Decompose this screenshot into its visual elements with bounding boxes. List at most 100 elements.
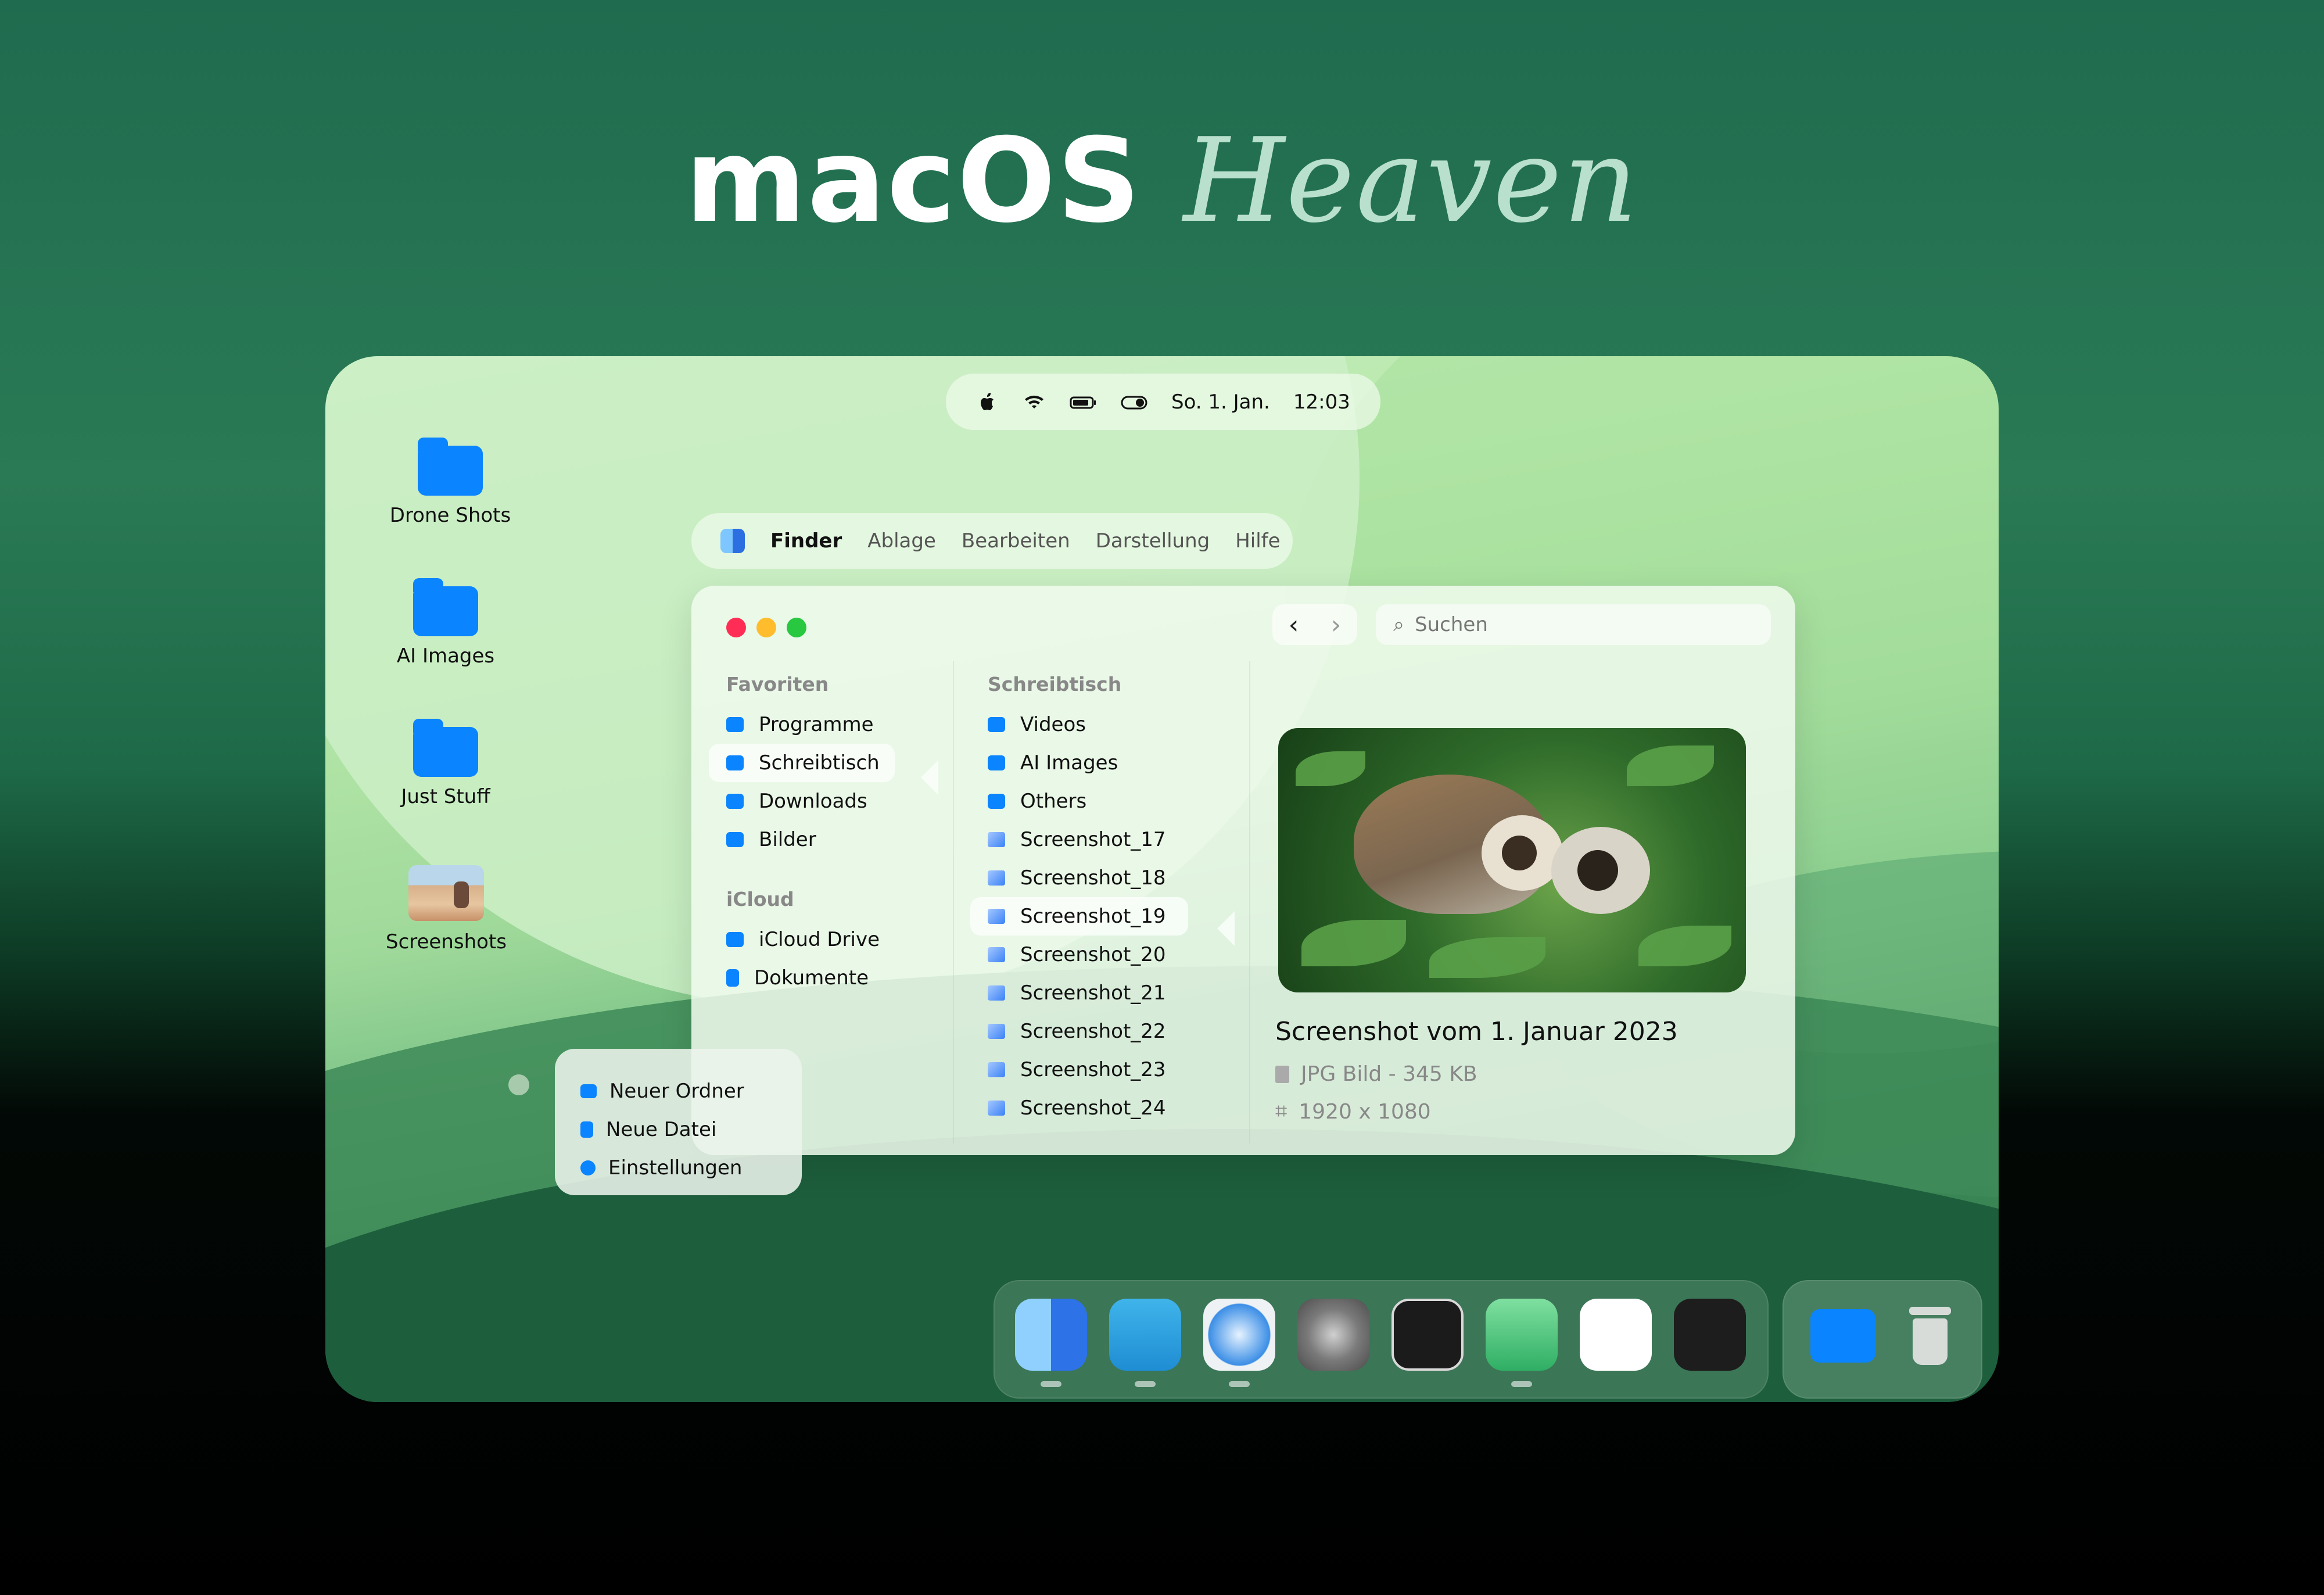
image-file-icon — [988, 832, 1005, 847]
sidebar-item-schreibtisch[interactable]: Schreibtisch — [709, 744, 895, 782]
menu-bearbeiten[interactable]: Bearbeiten — [962, 529, 1070, 553]
preview-dimensions: ⌗ 1920 x 1080 — [1275, 1099, 1431, 1124]
preview-file-type: JPG Bild - 345 KB — [1301, 1062, 1477, 1086]
monkey-shape — [1577, 850, 1618, 891]
sidebar-item-bilder[interactable]: Bilder — [726, 820, 947, 859]
terminal-app-icon[interactable] — [1391, 1299, 1464, 1371]
list-item[interactable]: Screenshot_23 — [988, 1051, 1232, 1089]
desktop-file-screenshots[interactable]: Screenshots — [376, 865, 516, 954]
battery-icon[interactable] — [1069, 390, 1097, 414]
preview-file-info: JPG Bild - 345 KB — [1275, 1062, 1477, 1086]
close-button[interactable] — [726, 618, 746, 637]
folder-icon — [988, 755, 1005, 770]
context-item-einstellungen[interactable]: Einstellungen — [580, 1149, 802, 1187]
monkey-shape — [1502, 836, 1537, 870]
sidebar-section-title: iCloud — [726, 888, 794, 911]
document-icon — [726, 969, 739, 987]
atom-app-icon[interactable] — [1486, 1299, 1558, 1371]
dock — [994, 1280, 1769, 1399]
downloads-folder-icon[interactable] — [1807, 1299, 1879, 1371]
image-file-icon — [988, 985, 1005, 1001]
context-item-label: Neue Datei — [606, 1118, 717, 1141]
forward-arrow-icon[interactable]: › — [1331, 610, 1342, 640]
list-item-label: Screenshot_17 — [1020, 828, 1166, 851]
menubar-time[interactable]: 12:03 — [1293, 390, 1350, 414]
sidebar: Favoriten Programme Schreibtisch Downloa… — [709, 673, 947, 997]
list-item[interactable]: Screenshot_18 — [988, 859, 1232, 897]
list-item[interactable]: Screenshot_20 — [988, 936, 1232, 974]
desktop-item-label: Just Stuff — [401, 785, 490, 808]
search-placeholder: Suchen — [1415, 613, 1488, 636]
leaf-shape — [1638, 926, 1731, 966]
minimize-button[interactable] — [756, 618, 776, 637]
sidebar-item-icloud-drive[interactable]: iCloud Drive — [726, 920, 947, 959]
desktop-folder-just-stuff[interactable]: Just Stuff — [376, 719, 515, 808]
menu-ablage[interactable]: Ablage — [867, 529, 936, 553]
list-item-label: Screenshot_18 — [1020, 866, 1166, 890]
sidebar-item-label: Downloads — [759, 790, 867, 813]
leaf-shape — [1627, 745, 1714, 786]
figma-app-icon[interactable] — [1674, 1299, 1746, 1371]
sidebar-item-label: Bilder — [759, 828, 816, 851]
vscode-app-icon[interactable] — [1580, 1299, 1652, 1371]
desktop-item-label: AI Images — [396, 644, 495, 668]
download-icon — [726, 794, 744, 809]
running-indicator — [1041, 1381, 1061, 1387]
sidebar-item-programme[interactable]: Programme — [726, 705, 947, 744]
menu-finder[interactable]: Finder — [770, 529, 842, 553]
headline-accent: Heaven — [1183, 113, 1639, 249]
folder-icon — [580, 1084, 597, 1098]
list-item-label: Videos — [1020, 713, 1086, 736]
image-file-icon — [988, 1101, 1005, 1116]
list-item[interactable]: Videos — [988, 705, 1232, 744]
dimensions-icon: ⌗ — [1275, 1099, 1287, 1123]
list-item[interactable]: Screenshot_22 — [988, 1012, 1232, 1051]
sidebar-item-dokumente[interactable]: Dokumente — [726, 959, 947, 997]
running-indicator — [1135, 1381, 1156, 1387]
safari-app-icon[interactable] — [1203, 1299, 1275, 1371]
list-item-label: Screenshot_21 — [1020, 981, 1166, 1005]
wifi-icon[interactable] — [1023, 390, 1046, 414]
search-icon: ⌕ — [1393, 613, 1405, 636]
preview-image[interactable] — [1278, 728, 1746, 992]
control-center-icon[interactable] — [1120, 390, 1148, 414]
list-item[interactable]: Screenshot_24 — [988, 1089, 1232, 1127]
context-item-neuer-ordner[interactable]: Neuer Ordner — [580, 1072, 802, 1110]
desktop-item-label: Screenshots — [385, 930, 507, 954]
list-item-label: Screenshot_24 — [1020, 1096, 1166, 1120]
gear-icon — [580, 1160, 596, 1175]
context-item-label: Neuer Ordner — [609, 1080, 744, 1103]
back-arrow-icon[interactable]: ‹ — [1289, 610, 1299, 640]
preview-title: Screenshot vom 1. Januar 2023 — [1275, 1017, 1678, 1046]
folder-icon — [413, 719, 478, 777]
list-item[interactable]: AI Images — [988, 744, 1232, 782]
running-indicator — [1229, 1381, 1250, 1387]
finder-app-icon[interactable] — [1015, 1299, 1087, 1371]
image-thumbnail-icon — [408, 865, 484, 921]
trash-icon[interactable] — [1894, 1299, 1966, 1371]
sidebar-item-label: Dokumente — [754, 966, 869, 990]
cursor-dot — [508, 1074, 529, 1095]
menu-darstellung[interactable]: Darstellung — [1096, 529, 1210, 553]
desktop-folder-ai-images[interactable]: AI Images — [376, 578, 515, 668]
context-item-label: Einstellungen — [608, 1156, 743, 1180]
list-item[interactable]: Screenshot_21 — [988, 974, 1232, 1012]
file-column: Schreibtisch Videos AI Images Others Scr… — [970, 673, 1232, 1127]
desktop-folder-drone-shots[interactable]: Drone Shots — [381, 438, 520, 527]
finder-icon[interactable] — [720, 529, 745, 553]
menubar-date[interactable]: So. 1. Jan. — [1171, 390, 1270, 414]
preview-dimensions-value: 1920 x 1080 — [1299, 1099, 1431, 1124]
apple-icon[interactable] — [976, 390, 999, 414]
list-item[interactable]: Others — [988, 782, 1232, 820]
search-input[interactable]: ⌕ Suchen — [1376, 604, 1771, 645]
dock-stacks — [1783, 1280, 1982, 1399]
sidebar-item-downloads[interactable]: Downloads — [726, 782, 947, 820]
zoom-button[interactable] — [787, 618, 806, 637]
telegram-app-icon[interactable] — [1109, 1299, 1181, 1371]
system-settings-app-icon[interactable] — [1297, 1299, 1369, 1371]
context-item-neue-datei[interactable]: Neue Datei — [580, 1110, 802, 1149]
list-item[interactable]: Screenshot_17 — [988, 820, 1232, 859]
menu-hilfe[interactable]: Hilfe — [1235, 529, 1280, 553]
window-controls — [726, 618, 806, 637]
list-item-selected[interactable]: Screenshot_19 — [970, 897, 1188, 936]
